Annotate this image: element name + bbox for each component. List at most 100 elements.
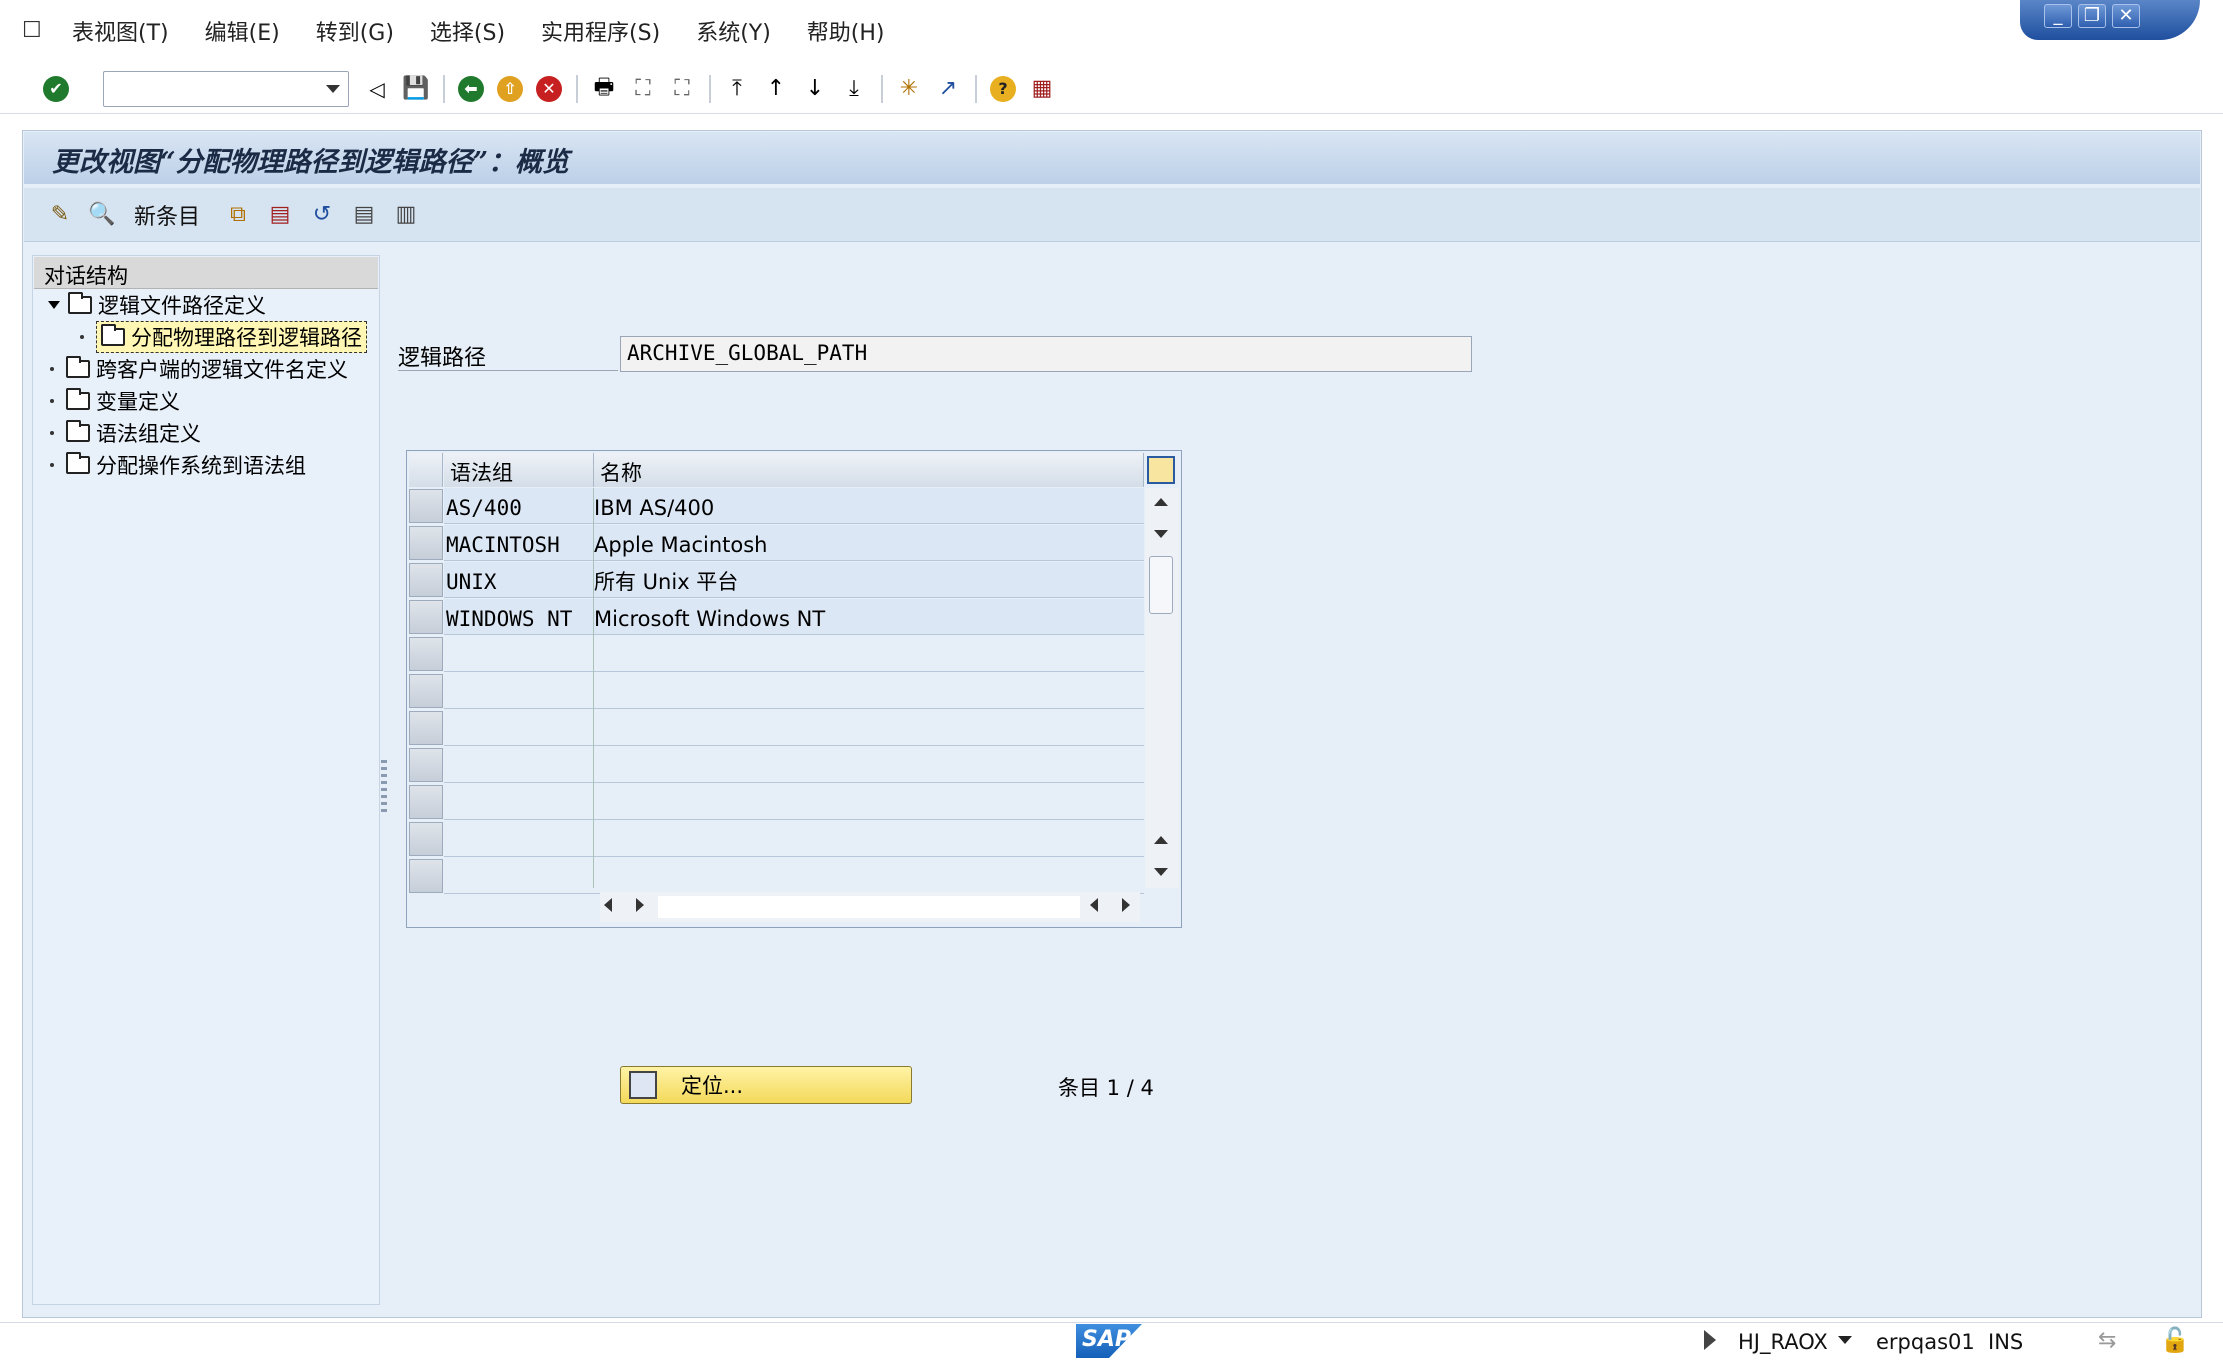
- menu-table-view[interactable]: 表视图(T): [72, 15, 169, 47]
- cell-name[interactable]: IBM AS/400: [594, 490, 714, 526]
- pane-splitter[interactable]: [381, 760, 387, 812]
- menu-utilities[interactable]: 实用程序(S): [541, 15, 660, 47]
- folder-icon: [66, 388, 90, 410]
- column-header-syntax-group[interactable]: 语法组: [444, 453, 594, 487]
- row-selector[interactable]: [409, 748, 443, 782]
- status-expand-icon[interactable]: [1704, 1330, 1716, 1350]
- scroll-down-icon[interactable]: [1154, 530, 1168, 538]
- table-row-empty[interactable]: [444, 858, 1144, 894]
- cancel-icon[interactable]: ✕: [533, 73, 565, 105]
- table-settings-icon[interactable]: [1147, 456, 1175, 484]
- cell-name[interactable]: 所有 Unix 平台: [594, 564, 738, 600]
- chevron-down-icon[interactable]: [326, 84, 340, 93]
- menu-help[interactable]: 帮助(H): [807, 15, 885, 47]
- undo-change-icon[interactable]: ↺: [306, 199, 338, 231]
- tree-item-variable-definition[interactable]: 变量定义: [50, 386, 180, 416]
- last-page-icon[interactable]: ⤓: [838, 73, 870, 105]
- create-session-icon[interactable]: ✳: [893, 73, 925, 105]
- scroll-left-icon[interactable]: [604, 898, 612, 912]
- back-icon[interactable]: ⬅: [455, 73, 487, 105]
- menu-edit[interactable]: 编辑(E): [205, 15, 280, 47]
- row-selector[interactable]: [409, 785, 443, 819]
- row-selector[interactable]: [409, 711, 443, 745]
- table-row-empty[interactable]: [444, 673, 1144, 709]
- scroll-right-icon[interactable]: [1122, 898, 1130, 912]
- position-button[interactable]: 定位...: [620, 1066, 912, 1104]
- row-selector[interactable]: [409, 674, 443, 708]
- toolbar-separator: [881, 74, 883, 103]
- first-page-icon[interactable]: ⤒: [721, 73, 753, 105]
- scroll-up-icon[interactable]: [1154, 498, 1168, 506]
- layout-menu-icon[interactable]: ▦: [1026, 73, 1058, 105]
- tree-item-cross-client-filename[interactable]: 跨客户端的逻辑文件名定义: [50, 354, 348, 384]
- deselect-all-icon[interactable]: ▥: [390, 199, 422, 231]
- cell-syntax-group[interactable]: MACINTOSH: [446, 527, 560, 563]
- shortcut-icon[interactable]: ↗: [932, 73, 964, 105]
- lock-icon[interactable]: 🔓: [2160, 1326, 2190, 1354]
- application-toolbar: ✎ 🔍 新条目 ⧉ ▤ ↺ ▤ ▥: [24, 188, 2200, 242]
- horizontal-scroll-track[interactable]: [658, 896, 1080, 918]
- folder-icon: [66, 356, 90, 378]
- tree-item-logical-path-definition[interactable]: 逻辑文件路径定义: [48, 290, 266, 320]
- status-mode[interactable]: INS: [1988, 1330, 2023, 1354]
- cell-syntax-group[interactable]: UNIX: [446, 564, 497, 600]
- help-icon[interactable]: ?: [987, 73, 1019, 105]
- save-icon[interactable]: 💾: [400, 73, 432, 105]
- find-icon[interactable]: ⛶: [627, 73, 659, 105]
- row-selector[interactable]: [409, 859, 443, 893]
- select-all-cell[interactable]: [409, 453, 443, 487]
- new-entries-button[interactable]: 新条目: [134, 199, 200, 231]
- next-page-icon[interactable]: ↓: [799, 73, 831, 105]
- cell-name[interactable]: Microsoft Windows NT: [594, 601, 825, 637]
- row-selector[interactable]: [409, 526, 443, 560]
- table-row-empty[interactable]: [444, 710, 1144, 746]
- exit-icon[interactable]: ⇧: [494, 73, 526, 105]
- expand-triangle-icon[interactable]: [48, 301, 60, 309]
- table-row[interactable]: [444, 562, 1144, 598]
- row-selector[interactable]: [409, 822, 443, 856]
- bullet-icon: [50, 431, 54, 435]
- scroll-left-icon[interactable]: [1090, 898, 1098, 912]
- display-icon[interactable]: 🔍: [86, 199, 118, 231]
- copy-as-icon[interactable]: ⧉: [222, 199, 254, 231]
- scrollbar-thumb[interactable]: [1149, 556, 1173, 614]
- previous-page-icon[interactable]: ↑: [760, 73, 792, 105]
- menu-goto[interactable]: 转到(G): [316, 15, 394, 47]
- cell-name[interactable]: Apple Macintosh: [594, 527, 767, 563]
- find-next-icon[interactable]: ⛶: [666, 73, 698, 105]
- row-selector[interactable]: [409, 637, 443, 671]
- page-title: 更改视图“分配物理路径到逻辑路径”：概览: [52, 147, 570, 178]
- back-triangle-icon[interactable]: ◁: [361, 73, 393, 105]
- cell-syntax-group[interactable]: AS/400: [446, 490, 522, 526]
- row-selector[interactable]: [409, 600, 443, 634]
- table-row-empty[interactable]: [444, 784, 1144, 820]
- display-change-icon[interactable]: ✎: [44, 199, 76, 231]
- menu-system[interactable]: 系统(Y): [696, 15, 771, 47]
- tree-item-syntax-group-definition[interactable]: 语法组定义: [50, 418, 201, 448]
- chevron-down-icon[interactable]: [1838, 1336, 1852, 1344]
- page-down-icon[interactable]: [1154, 868, 1168, 876]
- cell-syntax-group[interactable]: WINDOWS NT: [446, 601, 572, 637]
- table-row-empty[interactable]: [444, 636, 1144, 672]
- page-up-icon[interactable]: [1154, 836, 1168, 844]
- tree-item-assign-physical-path[interactable]: 分配物理路径到逻辑路径: [80, 321, 367, 353]
- row-selector[interactable]: [409, 489, 443, 523]
- table-row-empty[interactable]: [444, 747, 1144, 783]
- print-icon[interactable]: 🖶: [588, 73, 620, 105]
- selected-node[interactable]: 分配物理路径到逻辑路径: [96, 321, 367, 353]
- menu-selection[interactable]: 选择(S): [430, 15, 505, 47]
- menu-icon[interactable]: ☐: [22, 17, 50, 45]
- enter-check-icon[interactable]: ✔: [40, 73, 72, 105]
- column-header-name[interactable]: 名称: [594, 453, 1144, 487]
- table-row[interactable]: [444, 488, 1144, 524]
- command-field[interactable]: [103, 70, 349, 107]
- scroll-right-icon[interactable]: [636, 898, 644, 912]
- table-row-empty[interactable]: [444, 821, 1144, 857]
- tree-item-assign-os-syntax-group[interactable]: 分配操作系统到语法组: [50, 450, 306, 480]
- logical-path-field[interactable]: ARCHIVE_GLOBAL_PATH: [620, 336, 1472, 372]
- vertical-scrollbar[interactable]: [1145, 488, 1179, 888]
- select-all-icon[interactable]: ▤: [348, 199, 380, 231]
- position-icon: [629, 1071, 657, 1099]
- row-selector[interactable]: [409, 563, 443, 597]
- delete-icon[interactable]: ▤: [264, 199, 296, 231]
